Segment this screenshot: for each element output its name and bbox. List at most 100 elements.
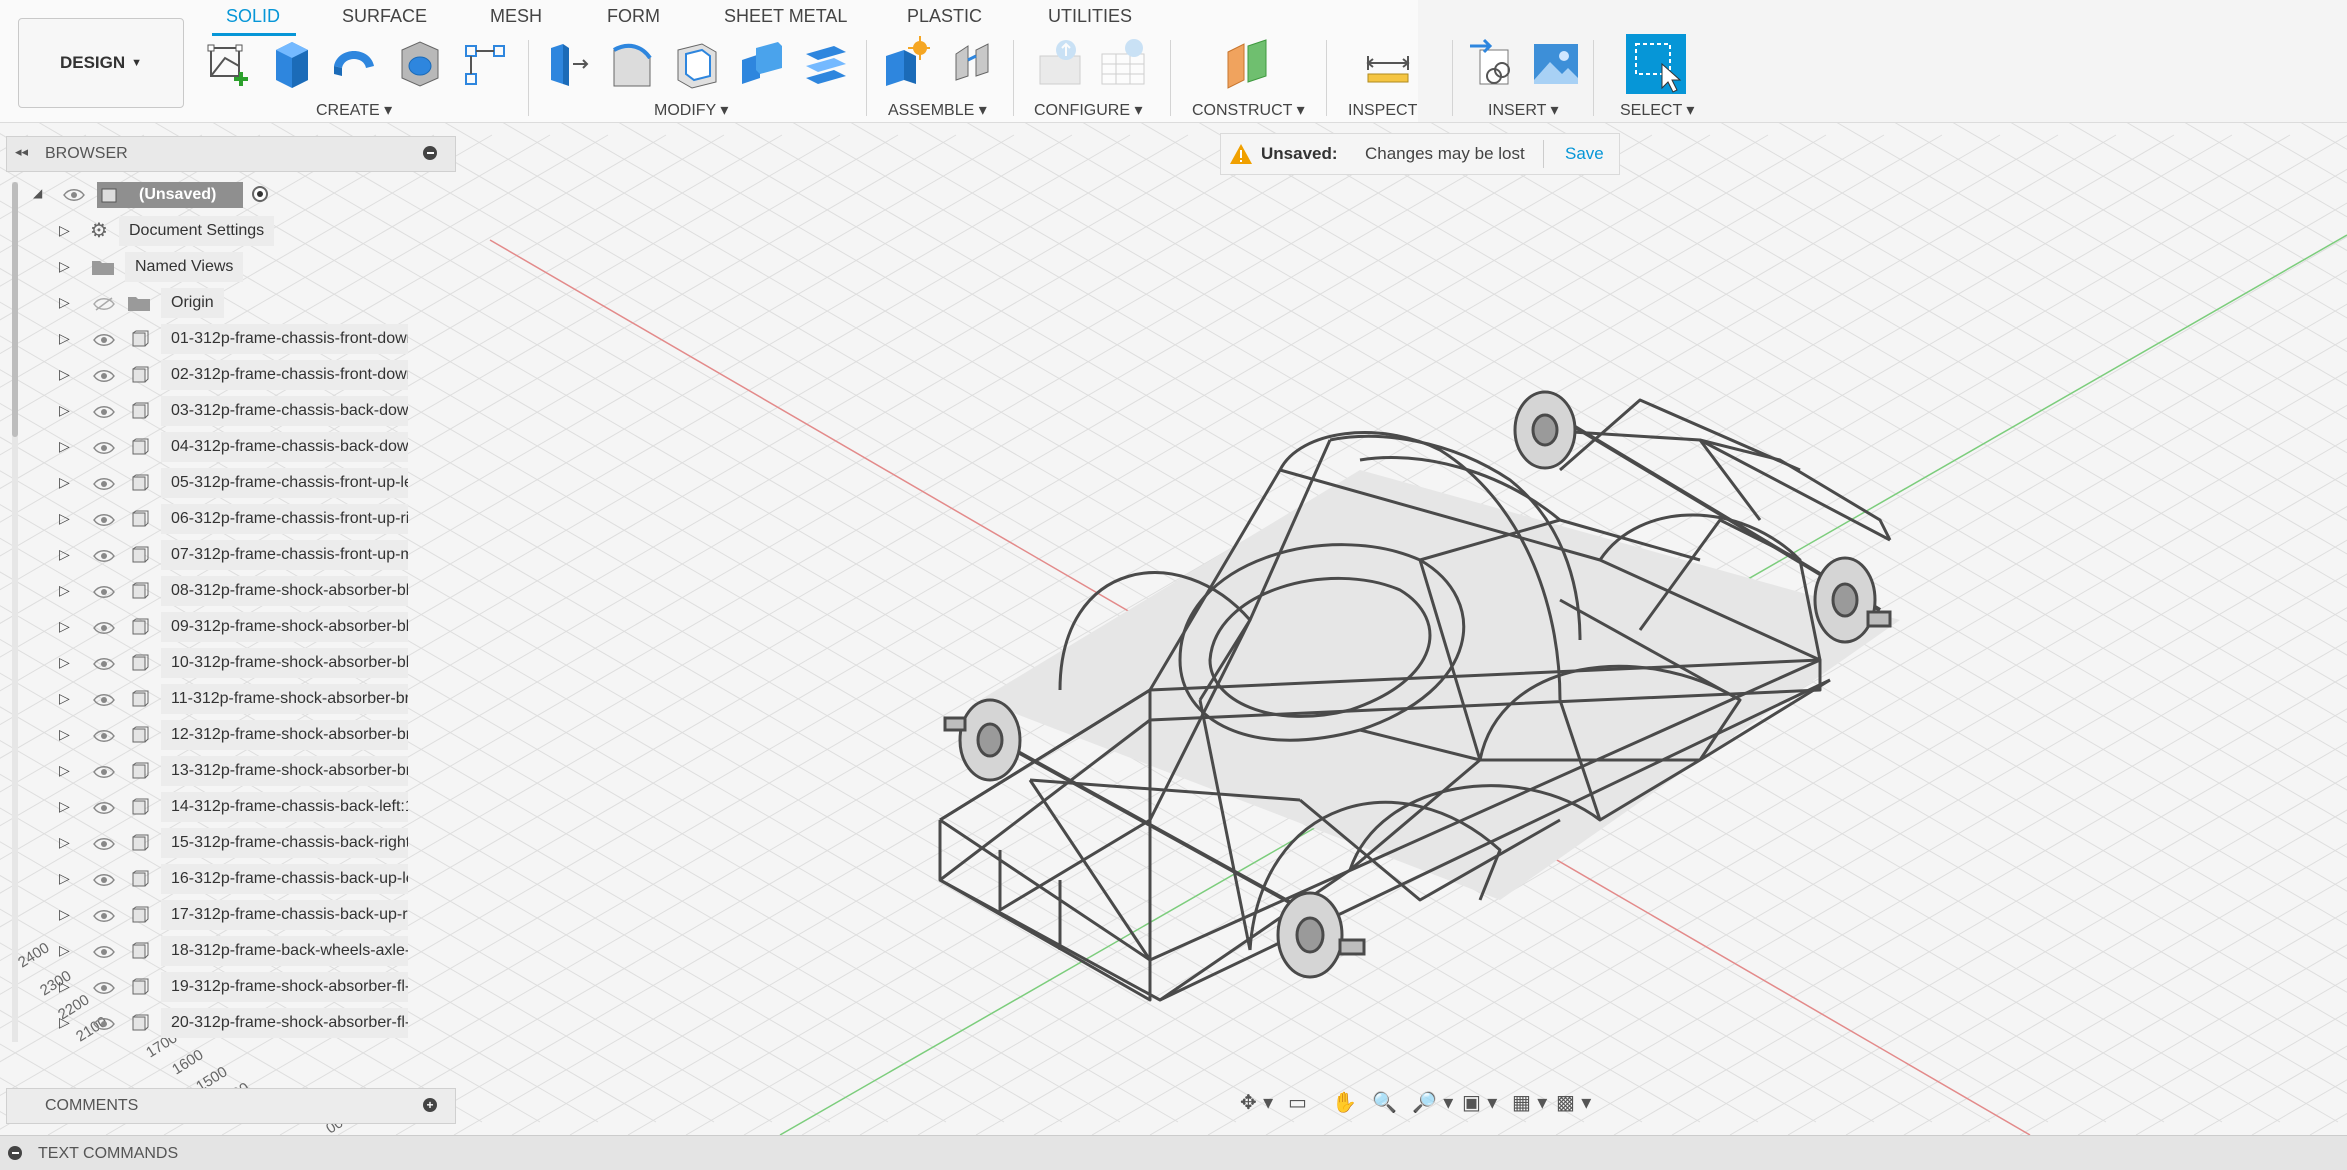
tree-row-component[interactable]: ▷ 15-312p-frame-chassis-back-right:1 <box>55 828 455 862</box>
eye-icon[interactable] <box>93 944 115 960</box>
tree-row-component[interactable]: ▷ 10-312p-frame-shock-absorber-bl-... <box>55 648 455 682</box>
revolve-icon[interactable] <box>330 36 378 90</box>
eye-icon[interactable] <box>93 908 115 924</box>
eye-icon[interactable] <box>93 620 115 636</box>
expand-triangle-icon[interactable]: ▷ <box>59 330 70 347</box>
zoom-icon[interactable]: 🔎 ▾ <box>1412 1090 1453 1114</box>
group-construct[interactable]: CONSTRUCT ▾ <box>1192 100 1305 120</box>
tree-row-component[interactable]: ▷ 03-312p-frame-chassis-back-dowr... <box>55 396 455 430</box>
eye-icon[interactable] <box>63 187 85 203</box>
expand-triangle-icon[interactable]: ▷ <box>59 546 70 563</box>
zoom-window-icon[interactable]: 🔍 <box>1372 1090 1397 1114</box>
eye-icon[interactable] <box>93 548 115 564</box>
tree-row-component[interactable]: ▷ 17-312p-frame-chassis-back-up-ric... <box>55 900 455 934</box>
extrude-icon[interactable] <box>268 36 316 90</box>
expand-triangle-icon[interactable]: ▷ <box>59 654 70 671</box>
expand-triangle-icon[interactable]: ▷ <box>59 582 70 599</box>
fillet-icon[interactable] <box>608 36 656 90</box>
group-assemble[interactable]: ASSEMBLE ▾ <box>888 100 987 120</box>
pattern-icon[interactable] <box>462 36 510 90</box>
tree-row-component[interactable]: ▷ 13-312p-frame-shock-absorber-br-... <box>55 756 455 790</box>
eye-icon[interactable] <box>93 728 115 744</box>
insert-derive-icon[interactable] <box>1468 36 1516 90</box>
combine-icon[interactable] <box>738 36 786 90</box>
tree-row-component[interactable]: ▷ 06-312p-frame-chassis-front-up-ric... <box>55 504 455 538</box>
eye-icon[interactable] <box>93 656 115 672</box>
eye-icon[interactable] <box>93 440 115 456</box>
expand-triangle-icon[interactable]: ▷ <box>59 474 70 491</box>
tree-row-component[interactable]: ▷ 05-312p-frame-chassis-front-up-le... <box>55 468 455 502</box>
expand-triangle-icon[interactable]: ▷ <box>59 690 70 707</box>
eye-icon[interactable] <box>93 368 115 384</box>
tree-row-component[interactable]: ▷ 11-312p-frame-shock-absorber-br-... <box>55 684 455 718</box>
tree-row-origin[interactable]: ▷ Origin <box>55 288 455 322</box>
hole-icon[interactable] <box>396 36 444 90</box>
rear-left-wheel-hub[interactable] <box>1513 390 1577 470</box>
expand-triangle-icon[interactable]: ▷ <box>59 798 70 815</box>
press-pull-icon[interactable] <box>545 36 593 90</box>
add-comment-icon[interactable]: + <box>423 1098 437 1112</box>
collapse-triangle-icon[interactable]: ◢ <box>33 186 42 200</box>
tree-row-named-views[interactable]: ▷ Named Views <box>55 252 455 286</box>
expand-triangle-icon[interactable]: ▷ <box>59 294 70 311</box>
tree-row-component[interactable]: ▷ 14-312p-frame-chassis-back-left:1 <box>55 792 455 826</box>
expand-triangle-icon[interactable]: ▷ <box>59 618 70 635</box>
workspace-switcher[interactable]: DESIGN ▼ <box>18 18 184 108</box>
eye-icon[interactable] <box>93 692 115 708</box>
eye-icon[interactable] <box>93 836 115 852</box>
expand-triangle-icon[interactable]: ▷ <box>59 366 70 383</box>
eye-icon[interactable] <box>93 332 115 348</box>
measure-icon[interactable] <box>1364 36 1412 90</box>
eye-icon[interactable] <box>93 404 115 420</box>
construct-plane-icon[interactable] <box>1224 36 1272 90</box>
expand-triangle-icon[interactable]: ▷ <box>59 222 70 239</box>
group-select[interactable]: SELECT ▾ <box>1620 100 1694 120</box>
expand-triangle-icon[interactable]: ▷ <box>59 978 70 995</box>
new-component-icon[interactable] <box>882 36 930 90</box>
viewports-icon[interactable]: ▩ ▾ <box>1556 1090 1591 1114</box>
save-link[interactable]: Save <box>1565 144 1604 164</box>
create-sketch-icon[interactable] <box>205 36 253 90</box>
expand-triangle-icon[interactable]: ▷ <box>59 870 70 887</box>
comments-panel[interactable]: COMMENTS + <box>6 1088 456 1124</box>
eye-icon[interactable] <box>93 800 115 816</box>
expand-triangle-icon[interactable]: ▷ <box>59 834 70 851</box>
expand-triangle-icon[interactable]: ▷ <box>59 258 70 275</box>
select-icon[interactable] <box>1626 34 1686 94</box>
tab-form[interactable]: FORM <box>607 6 660 27</box>
tree-row-component[interactable]: ▷ 02-312p-frame-chassis-front-down... <box>55 360 455 394</box>
browser-scrollbar-thumb[interactable] <box>12 182 18 437</box>
group-modify[interactable]: MODIFY ▾ <box>654 100 728 120</box>
table-icon[interactable] <box>1100 36 1148 90</box>
display-settings-icon[interactable]: ▣ ▾ <box>1462 1090 1497 1114</box>
configure-icon[interactable] <box>1036 36 1084 90</box>
eye-icon[interactable] <box>93 872 115 888</box>
group-insert[interactable]: INSERT ▾ <box>1488 100 1559 120</box>
orbit-icon[interactable]: ✥ ▾ <box>1240 1090 1273 1114</box>
eye-icon[interactable] <box>93 980 115 996</box>
expand-triangle-icon[interactable]: ▷ <box>59 762 70 779</box>
expand-triangle-icon[interactable]: ▷ <box>59 402 70 419</box>
look-at-icon[interactable]: ▭ <box>1288 1090 1307 1114</box>
tree-row-component[interactable]: ▷ 08-312p-frame-shock-absorber-bl-... <box>55 576 455 610</box>
tree-row-component[interactable]: ▷ 19-312p-frame-shock-absorber-fl-... <box>55 972 455 1006</box>
eye-icon[interactable] <box>93 1016 115 1032</box>
group-create[interactable]: CREATE ▾ <box>316 100 392 120</box>
tree-row-root[interactable]: ◢ (Unsaved) <box>33 180 455 214</box>
text-commands-bar[interactable]: TEXT COMMANDS <box>0 1135 2347 1170</box>
shell-icon[interactable] <box>672 36 720 90</box>
root-label-box[interactable]: (Unsaved) <box>97 182 243 208</box>
expand-triangle-icon[interactable]: ▷ <box>59 726 70 743</box>
expand-triangle-icon[interactable]: ▷ <box>59 438 70 455</box>
eye-icon[interactable] <box>93 476 115 492</box>
tab-sheet-metal[interactable]: SHEET METAL <box>724 6 847 27</box>
tree-row-component[interactable]: ▷ 16-312p-frame-chassis-back-up-le... <box>55 864 455 898</box>
tree-row-component[interactable]: ▷ 04-312p-frame-chassis-back-dowr... <box>55 432 455 466</box>
eye-icon[interactable] <box>93 512 115 528</box>
tab-plastic[interactable]: PLASTIC <box>907 6 982 27</box>
tree-row-component[interactable]: ▷ 18-312p-frame-back-wheels-axle-t... <box>55 936 455 970</box>
tree-row-component[interactable]: ▷ 12-312p-frame-shock-absorber-br-... <box>55 720 455 754</box>
tree-row-component[interactable]: ▷ 20-312p-frame-shock-absorber-fl-2... <box>55 1008 455 1042</box>
tab-solid[interactable]: SOLID <box>226 6 280 27</box>
tab-utilities[interactable]: UTILITIES <box>1048 6 1132 27</box>
